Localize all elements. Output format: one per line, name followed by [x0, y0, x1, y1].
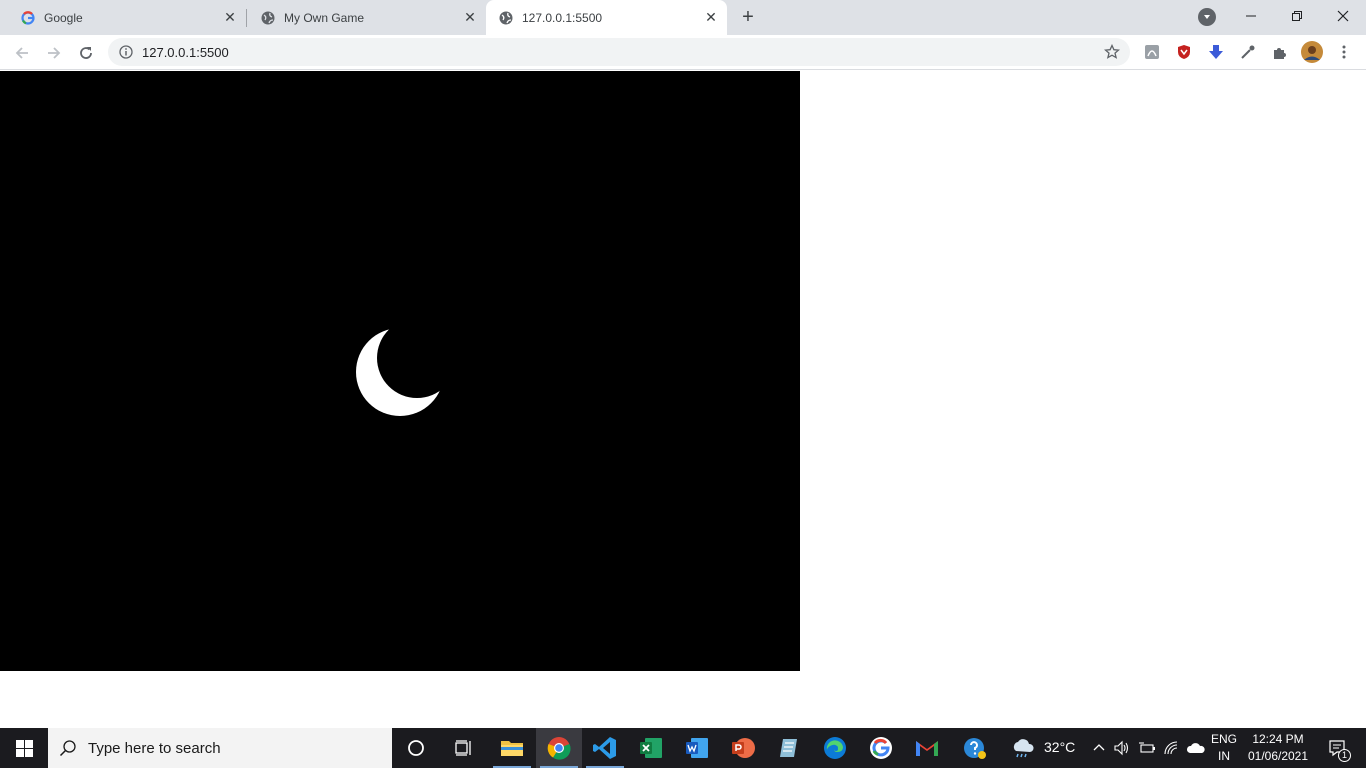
edge-icon[interactable]	[812, 728, 858, 768]
onedrive-cloud-icon[interactable]	[1184, 728, 1208, 768]
chrome-taskbar-icon[interactable]	[536, 728, 582, 768]
language-code: ENG	[1210, 732, 1237, 746]
wifi-icon[interactable]	[1160, 728, 1184, 768]
clock-date: 01/06/2021	[1247, 749, 1309, 763]
windows-taskbar: Type here to search 32°C ENG IN 12:24 PM…	[0, 728, 1366, 768]
gmail-icon[interactable]	[904, 728, 950, 768]
url-text: 127.0.0.1:5500	[142, 44, 229, 60]
volume-icon[interactable]	[1110, 728, 1134, 768]
notepad-app-icon[interactable]	[766, 728, 812, 768]
battery-icon[interactable]	[1135, 728, 1159, 768]
minimize-button[interactable]	[1228, 0, 1274, 32]
tab-title: My Own Game	[284, 10, 365, 25]
windows-logo-icon	[15, 739, 33, 757]
start-button[interactable]	[0, 728, 48, 768]
bookmark-star-icon[interactable]	[1102, 42, 1122, 62]
game-canvas[interactable]	[0, 71, 800, 671]
word-icon[interactable]	[674, 728, 720, 768]
file-explorer-icon[interactable]	[489, 728, 535, 768]
help-app-icon[interactable]	[952, 728, 998, 768]
reload-icon	[80, 47, 92, 59]
google-app-icon[interactable]	[858, 728, 904, 768]
crescent-moon-icon	[356, 328, 444, 416]
clock-time: 12:24 PM	[1252, 732, 1304, 746]
clock[interactable]: 12:24 PM 01/06/2021	[1244, 731, 1312, 765]
info-icon[interactable]	[118, 44, 134, 60]
close-tab-icon[interactable]: ✕	[462, 9, 478, 26]
region-code: IN	[1218, 749, 1230, 763]
task-view-icon[interactable]	[441, 728, 487, 768]
tab-google[interactable]: Google ✕	[0, 0, 246, 35]
notification-count-badge: 1	[1338, 749, 1351, 762]
taskbar-search-box[interactable]: Type here to search	[48, 728, 392, 768]
tab-my-own-game[interactable]: My Own Game ✕	[240, 0, 486, 35]
pdf-extension-icon[interactable]	[1142, 42, 1162, 62]
input-language[interactable]: ENG IN	[1208, 731, 1240, 765]
tab-title: 127.0.0.1:5500	[522, 10, 603, 25]
back-arrow-icon	[15, 47, 28, 59]
eyedropper-extension-icon[interactable]	[1238, 42, 1258, 62]
globe-icon	[498, 10, 514, 26]
powerpoint-icon[interactable]	[720, 728, 766, 768]
tab-title: Google	[44, 10, 83, 25]
close-window-button[interactable]	[1320, 0, 1366, 32]
profile-avatar[interactable]	[1300, 40, 1324, 64]
menu-kebab-icon[interactable]	[1334, 42, 1354, 62]
new-tab-button[interactable]: +	[736, 5, 760, 29]
restore-button[interactable]	[1274, 0, 1320, 32]
action-center-button[interactable]: 1	[1318, 728, 1358, 768]
back-button[interactable]	[8, 39, 36, 67]
forward-button[interactable]	[40, 39, 68, 67]
reload-button[interactable]	[72, 39, 100, 67]
download-extension-icon[interactable]	[1206, 42, 1226, 62]
search-placeholder: Type here to search	[88, 739, 221, 757]
show-hidden-icons-chevron-icon[interactable]	[1088, 728, 1110, 768]
forward-arrow-icon	[48, 47, 61, 59]
vscode-icon[interactable]	[582, 728, 628, 768]
excel-icon[interactable]	[628, 728, 674, 768]
close-tab-icon[interactable]: ✕	[703, 9, 719, 26]
browser-toolbar: 127.0.0.1:5500	[0, 35, 1366, 70]
tab-strip: Google ✕ My Own Game ✕ 127.0.0.1:5500 ✕ …	[0, 0, 1366, 35]
google-g-icon	[20, 10, 36, 26]
search-icon	[48, 739, 88, 757]
close-tab-icon[interactable]: ✕	[222, 9, 238, 26]
tab-search-icon[interactable]	[1198, 8, 1216, 26]
tab-localhost[interactable]: 127.0.0.1:5500 ✕	[486, 0, 727, 35]
weather-icon[interactable]	[1002, 728, 1044, 768]
address-bar[interactable]: 127.0.0.1:5500	[108, 38, 1130, 66]
weather-temperature[interactable]: 32°C	[1044, 739, 1075, 756]
extensions-puzzle-icon[interactable]	[1270, 42, 1290, 62]
globe-icon	[260, 10, 276, 26]
cortana-icon[interactable]	[393, 728, 439, 768]
shield-extension-icon[interactable]	[1174, 42, 1194, 62]
page-viewport	[0, 71, 1366, 728]
